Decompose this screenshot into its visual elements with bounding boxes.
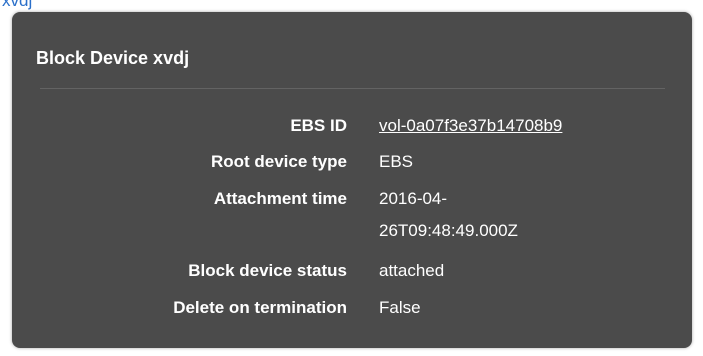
value-attachment-time: 2016-04- 26T09:48:49.000Z bbox=[379, 189, 518, 240]
label-ebs-id: EBS ID bbox=[290, 116, 347, 135]
label-root-device-type: Root device type bbox=[210, 152, 347, 171]
ebs-volume-link[interactable]: vol-0a07f3e37b14708b9 bbox=[379, 110, 629, 142]
tooltip-title: Block Device xvdj bbox=[36, 48, 190, 68]
block-device-tooltip: Block Device xvdj EBS ID vol-0a07f3e37b1… bbox=[12, 12, 692, 348]
label-block-device-status: Block device status bbox=[188, 261, 347, 280]
page: xvdj Block Device xvdj EBS ID vol-0a07f3… bbox=[0, 0, 703, 356]
device-link-xvdj[interactable]: xvdj bbox=[2, 0, 32, 11]
value-root-device-type: EBS bbox=[379, 152, 414, 171]
divider bbox=[40, 88, 665, 89]
label-attachment-time: Attachment time bbox=[213, 189, 347, 208]
value-delete-on-termination: False bbox=[379, 298, 421, 317]
label-delete-on-termination: Delete on termination bbox=[173, 298, 347, 317]
value-block-device-status: attached bbox=[379, 261, 445, 280]
